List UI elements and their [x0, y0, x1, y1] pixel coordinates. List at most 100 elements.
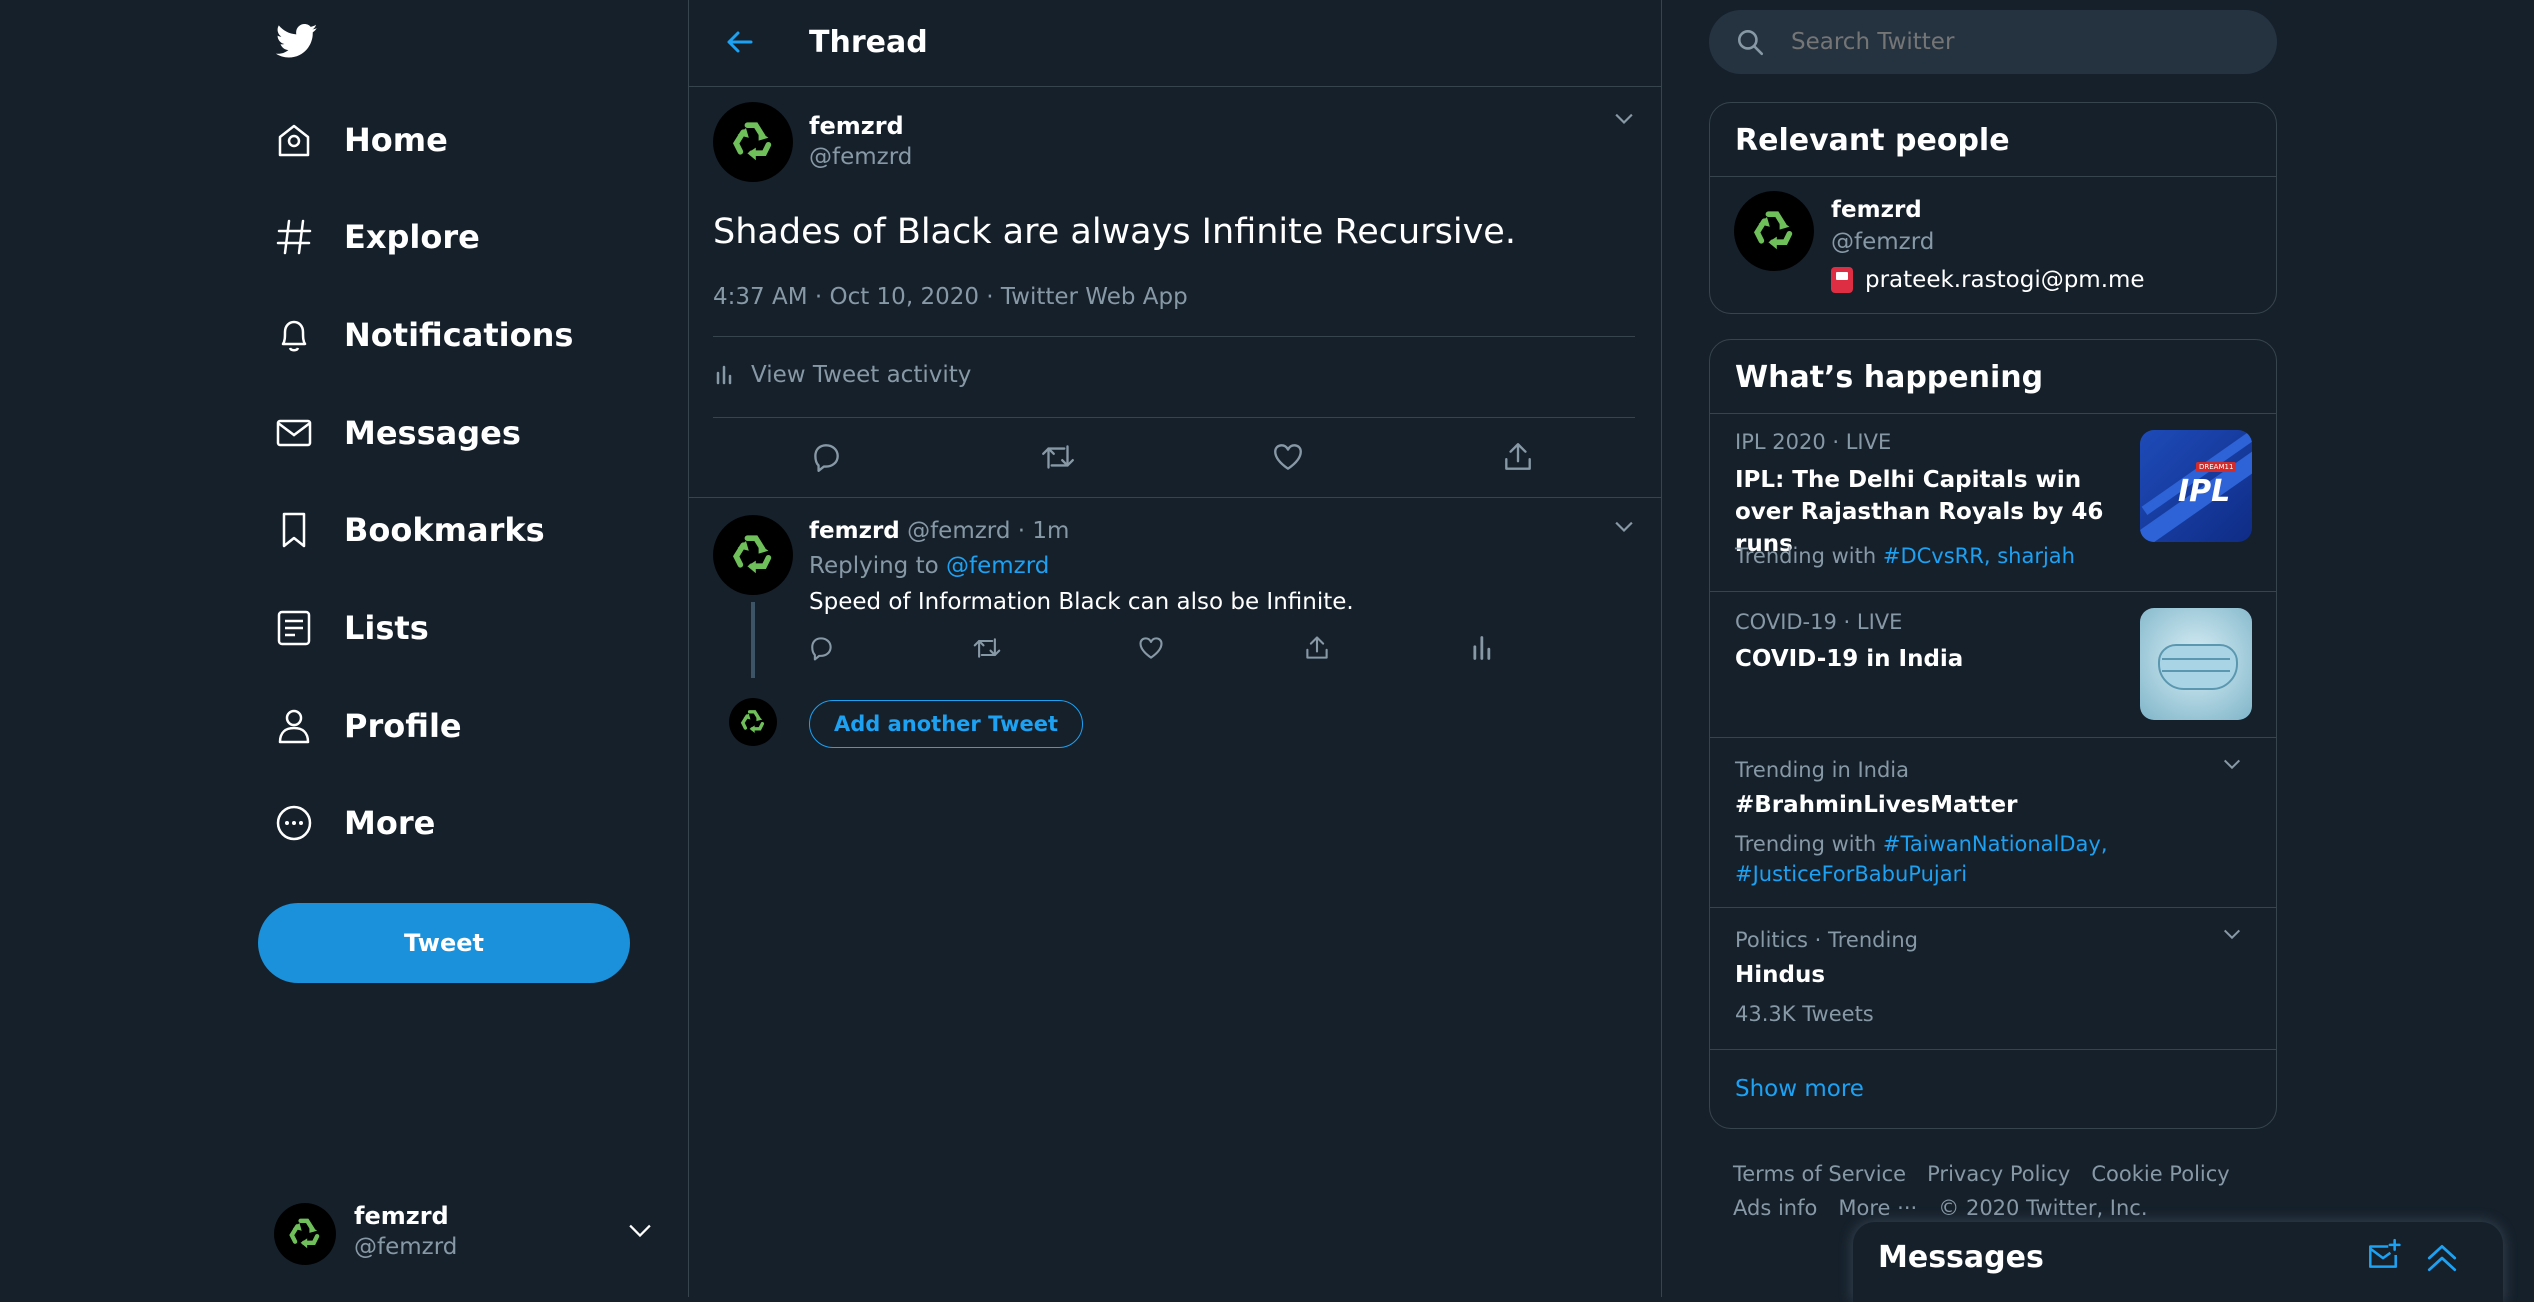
- list-icon: [274, 608, 314, 648]
- add-another-tweet-button[interactable]: Add another Tweet: [809, 700, 1084, 748]
- nav-item-profile[interactable]: Profile: [274, 691, 462, 761]
- search-box[interactable]: [1709, 10, 2277, 74]
- tweet-button[interactable]: Tweet: [258, 903, 630, 983]
- chevron-down-icon: [626, 1222, 654, 1240]
- trend-context: Politics · Trending: [1735, 928, 1918, 952]
- nav-label-explore: Explore: [344, 218, 480, 256]
- share-icon[interactable]: [1501, 440, 1535, 474]
- retweet-icon[interactable]: [1039, 440, 1077, 474]
- reply-share-icon[interactable]: [1303, 634, 1331, 662]
- trend-title: Hindus: [1735, 962, 1826, 988]
- tweet-divider-1: [713, 336, 1635, 337]
- tweet-author-name[interactable]: femzrd: [809, 112, 904, 140]
- nav-item-notifications[interactable]: Notifications: [274, 300, 573, 370]
- tweet-author-handle[interactable]: @femzrd: [809, 144, 912, 170]
- like-icon[interactable]: [1271, 440, 1305, 474]
- nav-label-lists: Lists: [344, 609, 429, 647]
- replying-to: Replying to @femzrd: [809, 553, 1049, 579]
- trend-item[interactable]: Trending in India #BrahminLivesMatter Tr…: [1710, 737, 2276, 908]
- nav-item-messages[interactable]: Messages: [274, 398, 521, 468]
- reply-header: femzrd @femzrd · 1m: [809, 518, 1069, 544]
- bookmark-icon: [274, 510, 314, 550]
- reply-like-icon[interactable]: [1137, 634, 1165, 662]
- footer-link[interactable]: Terms of Service: [1733, 1162, 1906, 1186]
- trend-tags-prefix: Trending with: [1735, 832, 1877, 856]
- twitter-logo-icon[interactable]: [274, 20, 320, 62]
- trend-tags-links-2[interactable]: #JusticeForBabuPujari: [1735, 862, 1967, 886]
- reply-avatar[interactable]: [713, 515, 793, 595]
- view-tweet-activity[interactable]: View Tweet activity: [713, 362, 971, 388]
- messages-drawer[interactable]: Messages: [1853, 1222, 2503, 1302]
- reply-time[interactable]: 1m: [1032, 518, 1069, 544]
- nav-item-lists[interactable]: Lists: [274, 593, 429, 663]
- nav-item-explore[interactable]: Explore: [274, 202, 480, 272]
- nav-item-bookmarks[interactable]: Bookmarks: [274, 495, 545, 565]
- more-circle-icon: [274, 803, 314, 843]
- trend-item[interactable]: IPL 2020 · LIVE IPL: The Delhi Capitals …: [1710, 413, 2276, 592]
- recycle-icon: [289, 1218, 320, 1249]
- envelope-icon: [274, 413, 314, 453]
- trend-menu-chevron-icon[interactable]: [2222, 928, 2242, 941]
- tweet-menu-chevron-icon[interactable]: [1613, 112, 1635, 126]
- relevant-people-title: Relevant people: [1735, 123, 2010, 158]
- trend-tags-links[interactable]: #DCvsRR, sharjah: [1883, 544, 2075, 568]
- nav-item-home[interactable]: Home: [274, 105, 448, 175]
- nav-item-more[interactable]: More: [274, 788, 435, 858]
- ipl-logo-text: IPL: [2178, 474, 2231, 509]
- trend-context: IPL 2020 · LIVE: [1735, 430, 1892, 454]
- trend-title: #BrahminLivesMatter: [1735, 792, 2018, 818]
- reply-retweet-icon[interactable]: [971, 634, 1003, 662]
- search-input[interactable]: [1789, 28, 2233, 56]
- nav-label-messages: Messages: [344, 414, 521, 452]
- account-switcher[interactable]: femzrd @femzrd: [274, 1200, 654, 1268]
- relevant-name[interactable]: femzrd: [1831, 197, 1922, 223]
- footer-copyright: © 2020 Twitter, Inc.: [1938, 1196, 2148, 1220]
- reply-icon[interactable]: [809, 440, 843, 474]
- relevant-avatar[interactable]: [1734, 191, 1814, 271]
- back-arrow-icon[interactable]: [723, 26, 755, 58]
- reply-activity-icon[interactable]: [1469, 634, 1497, 662]
- nav-label-more: More: [344, 804, 436, 842]
- reply-author-name[interactable]: femzrd: [809, 518, 900, 544]
- recycle-icon: [732, 122, 772, 161]
- tweet-avatar[interactable]: [713, 102, 793, 182]
- tweet-text: Shades of Black are always Infinite Recu…: [713, 212, 1516, 252]
- compose-avatar: [729, 698, 777, 746]
- recycle-icon: [732, 535, 772, 574]
- tweet-meta: 4:37 AM · Oct 10, 2020 · Twitter Web App: [713, 284, 1188, 310]
- activity-chart-icon: [716, 365, 732, 385]
- footer-link[interactable]: More ···: [1838, 1196, 1917, 1220]
- thread-divider: [689, 497, 1661, 498]
- replying-to-link[interactable]: @femzrd: [946, 553, 1049, 579]
- reply-reply-icon[interactable]: [807, 634, 835, 662]
- relevant-divider: [1710, 176, 2276, 177]
- relevant-handle[interactable]: @femzrd: [1831, 229, 1934, 255]
- view-tweet-activity-label: View Tweet activity: [751, 362, 972, 388]
- reply-author-handle[interactable]: @femzrd: [907, 518, 1010, 544]
- trend-item[interactable]: Politics · Trending Hindus 43.3K Tweets: [1710, 907, 2276, 1050]
- trend-tags-links[interactable]: #TaiwanNationalDay,: [1883, 832, 2108, 856]
- hashtag-icon: [274, 217, 314, 257]
- relevant-email: prateek.rastogi@pm.me: [1865, 267, 2145, 293]
- trend-title: COVID-19 in India: [1735, 646, 1964, 672]
- trend-tweet-count: 43.3K Tweets: [1735, 1002, 1874, 1026]
- reply-separator: ·: [1017, 518, 1026, 544]
- new-message-icon[interactable]: [2365, 1238, 2401, 1274]
- reply-menu-chevron-icon[interactable]: [1613, 520, 1635, 534]
- show-more-link[interactable]: Show more: [1735, 1076, 1864, 1102]
- trend-tags: Trending with #TaiwanNationalDay,: [1735, 832, 2108, 856]
- thread-column: Thread femzrd @femzrd Shades of Black ar…: [688, 0, 1662, 1297]
- footer-link[interactable]: Privacy Policy: [1927, 1162, 2070, 1186]
- trend-tags-prefix: Trending with: [1735, 544, 1877, 568]
- trend-context: COVID-19 · LIVE: [1735, 610, 1903, 634]
- reply-text: Speed of Information Black can also be I…: [809, 589, 1354, 615]
- whats-happening-card: What’s happening IPL 2020 · LIVE IPL: Th…: [1709, 339, 2277, 1129]
- trend-item[interactable]: COVID-19 · LIVE COVID-19 in India: [1710, 591, 2276, 738]
- footer-link[interactable]: Ads info: [1733, 1196, 1817, 1220]
- trend-menu-chevron-icon[interactable]: [2222, 758, 2242, 771]
- expand-chevrons-icon[interactable]: [2425, 1240, 2459, 1274]
- account-handle: @femzrd: [354, 1234, 458, 1260]
- footer-link[interactable]: Cookie Policy: [2091, 1162, 2229, 1186]
- trend-context: Trending in India: [1735, 758, 1909, 782]
- show-more-row[interactable]: Show more: [1710, 1049, 2276, 1128]
